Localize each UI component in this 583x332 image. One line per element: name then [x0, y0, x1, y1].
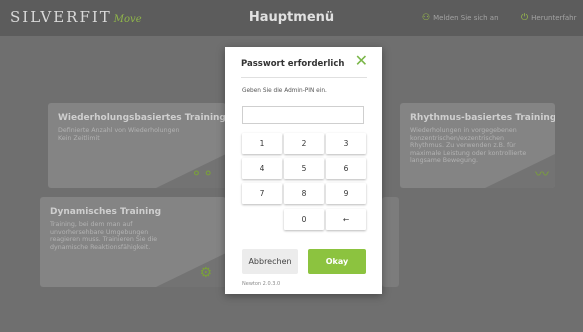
- key-6[interactable]: 6: [326, 158, 366, 179]
- power-icon: ⏻: [521, 13, 529, 23]
- dialog-message: Geben Sie die Admin-PIN ein.: [242, 88, 327, 94]
- key-8[interactable]: 8: [284, 183, 324, 204]
- key-1[interactable]: 1: [242, 133, 282, 154]
- puzzle-icon: ⚙: [199, 265, 212, 281]
- card-title: Rhythmus-basiertes Training: [410, 113, 555, 123]
- dialog-divider: [241, 77, 367, 78]
- key-2[interactable]: 2: [284, 133, 324, 154]
- card-rhythm-training[interactable]: Rhythmus-basiertes Training Wiederholung…: [400, 103, 555, 188]
- pin-input[interactable]: [242, 106, 364, 124]
- shutdown-button[interactable]: ⏻ Herunterfahr: [521, 13, 576, 23]
- close-icon[interactable]: ✕: [355, 53, 368, 69]
- card-dynamic-training[interactable]: Dynamisches Training Training, bei dem m…: [40, 197, 226, 287]
- card-repetition-training[interactable]: Wiederholungsbasiertes Training Definier…: [48, 103, 226, 188]
- dialog-title: Passwort erforderlich: [241, 59, 345, 69]
- shutdown-label: Herunterfahr: [531, 14, 577, 22]
- password-dialog: Passwort erforderlich ✕ Geben Sie die Ad…: [225, 47, 382, 294]
- login-button[interactable]: ⚇ Melden Sie sich an: [422, 13, 499, 23]
- login-label: Melden Sie sich an: [433, 14, 499, 22]
- key-4[interactable]: 4: [242, 158, 282, 179]
- card-description: Training, bei dem man auf unvorhersehbar…: [50, 221, 158, 251]
- card-description: Definierte Anzahl von Wiederholungen Kei…: [58, 127, 180, 142]
- key-5[interactable]: 5: [284, 158, 324, 179]
- backspace-key[interactable]: ←: [326, 209, 366, 230]
- key-7[interactable]: 7: [242, 183, 282, 204]
- version-label: Newton 2.0.3.0: [242, 281, 281, 287]
- top-bar: SILVERFIT Move Hauptmenü ⚇ Melden Sie sich…: [0, 0, 583, 36]
- key-3[interactable]: 3: [326, 133, 366, 154]
- key-0[interactable]: 0: [284, 209, 324, 230]
- card-fold: [156, 253, 226, 287]
- wave-icon: 〰: [535, 167, 549, 183]
- key-9[interactable]: 9: [326, 183, 366, 204]
- dumbbell-icon: ⚬⚬: [190, 166, 214, 182]
- user-icon: ⚇: [422, 13, 431, 23]
- card-title: Wiederholungsbasiertes Training: [58, 113, 226, 123]
- cancel-button[interactable]: Abbrechen: [242, 249, 298, 274]
- card-partial[interactable]: [382, 197, 399, 287]
- card-title: Dynamisches Training: [50, 207, 162, 217]
- okay-button[interactable]: Okay: [308, 249, 366, 274]
